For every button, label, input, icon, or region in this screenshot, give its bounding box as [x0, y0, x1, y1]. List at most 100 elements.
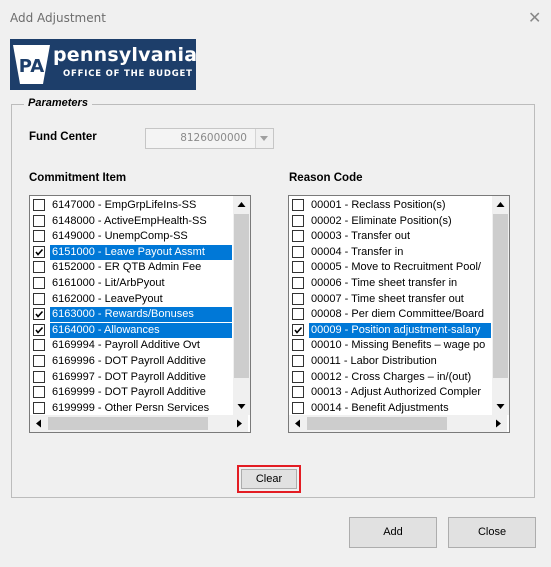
add-button[interactable]: Add [349, 517, 437, 548]
clear-button[interactable]: Clear [241, 469, 297, 489]
reason-code-label: 00013 - Adjust Authorized Compler [311, 386, 481, 399]
commitment-item-row[interactable]: 6152000 - ER QTB Admin Fee [30, 260, 232, 276]
checkbox[interactable] [33, 261, 45, 274]
reason-code-vscrollbar[interactable] [492, 196, 509, 415]
commitment-item-row[interactable]: 6169996 - DOT Payroll Additive [30, 354, 232, 370]
keystone-icon: PA [13, 45, 50, 84]
reason-code-row[interactable]: 00007 - Time sheet transfer out [289, 292, 491, 308]
reason-code-row[interactable]: 00003 - Transfer out [289, 229, 491, 245]
commitment-item-label: 6169994 - Payroll Additive Ovt [52, 339, 200, 352]
scroll-left-button[interactable] [30, 415, 47, 432]
checkbox[interactable] [33, 214, 45, 227]
scroll-down-button[interactable] [492, 398, 509, 415]
scroll-thumb[interactable] [234, 214, 249, 378]
checkbox[interactable] [292, 276, 304, 289]
logo-initials: PA [19, 56, 45, 77]
arrow-left-icon [295, 419, 300, 428]
fund-center-dropdown-button[interactable] [255, 129, 273, 148]
commitment-item-label: 6169997 - DOT Payroll Additive [52, 370, 206, 383]
commitment-item-hscrollbar[interactable] [30, 415, 248, 432]
checkbox[interactable] [292, 308, 304, 321]
checkbox[interactable] [33, 276, 45, 289]
checkbox[interactable] [292, 199, 304, 211]
checkbox[interactable] [33, 308, 45, 321]
reason-code-row[interactable]: 00004 - Transfer in [289, 245, 491, 261]
reason-code-label: 00005 - Move to Recruitment Pool/ [311, 261, 481, 274]
checkmark-icon [35, 326, 44, 334]
fund-center-combobox[interactable]: 8126000000 [145, 128, 274, 149]
scroll-down-button[interactable] [233, 398, 250, 415]
checkbox[interactable] [292, 370, 304, 383]
commitment-item-label: 6147000 - EmpGrpLifeIns-SS [52, 199, 197, 211]
checkbox[interactable] [292, 323, 304, 336]
checkbox[interactable] [292, 292, 304, 305]
close-button[interactable]: Close [448, 517, 536, 548]
reason-code-list[interactable]: 00001 - Reclass Position(s) 00002 - Elimi… [288, 195, 510, 433]
checkmark-icon [294, 326, 303, 334]
checkbox[interactable] [33, 401, 45, 414]
reason-code-row[interactable]: 00005 - Move to Recruitment Pool/ [289, 260, 491, 276]
reason-code-row[interactable]: 00006 - Time sheet transfer in [289, 276, 491, 292]
commitment-item-row[interactable]: 6169999 - DOT Payroll Additive [30, 385, 232, 401]
checkbox[interactable] [33, 386, 45, 399]
commitment-item-row[interactable]: 6163000 - Rewards/Bonuses [30, 307, 232, 323]
commitment-item-row[interactable]: 6151000 - Leave Payout Assmt [30, 244, 232, 261]
commitment-item-vscrollbar[interactable] [233, 196, 250, 415]
reason-code-hscrollbar[interactable] [289, 415, 507, 432]
commitment-item-row[interactable]: 6199999 - Other Persn Services [30, 401, 232, 417]
title-bar: Add Adjustment ✕ [0, 0, 551, 34]
reason-code-row[interactable]: 00008 - Per diem Committee/Board [289, 307, 491, 323]
checkbox[interactable] [292, 339, 304, 352]
scroll-right-button[interactable] [490, 415, 507, 432]
commitment-item-label: 6151000 - Leave Payout Assmt [50, 244, 232, 260]
commitment-item-row[interactable]: 6147000 - EmpGrpLifeIns-SS [30, 198, 232, 214]
checkbox[interactable] [33, 230, 45, 243]
commitment-item-row[interactable]: 6164000 - Allowances [30, 322, 232, 339]
reason-code-label: Reason Code [289, 172, 363, 184]
checkbox[interactable] [33, 339, 45, 352]
reason-code-row[interactable]: 00001 - Reclass Position(s) [289, 198, 491, 214]
scroll-thumb[interactable] [493, 214, 508, 378]
close-icon[interactable]: ✕ [528, 8, 541, 27]
reason-code-row[interactable]: 00012 - Cross Charges – in/(out) [289, 370, 491, 386]
reason-code-row[interactable]: 00009 - Position adjustment-salary [289, 322, 491, 339]
reason-code-row[interactable]: 00013 - Adjust Authorized Compler [289, 385, 491, 401]
commitment-item-label: 6169996 - DOT Payroll Additive [52, 354, 206, 367]
checkbox[interactable] [33, 245, 45, 258]
reason-code-row[interactable]: 00014 - Benefit Adjustments [289, 401, 491, 417]
commitment-item-list[interactable]: 6147000 - EmpGrpLifeIns-SS 6148000 - Acti… [29, 195, 251, 433]
checkbox[interactable] [292, 245, 304, 258]
arrow-down-icon [237, 404, 246, 409]
reason-code-row[interactable]: 00011 - Labor Distribution [289, 354, 491, 370]
checkbox[interactable] [292, 261, 304, 274]
checkbox[interactable] [33, 199, 45, 211]
arrow-right-icon [496, 419, 501, 428]
checkbox[interactable] [292, 230, 304, 243]
commitment-item-row[interactable]: 6149000 - UnempComp-SS [30, 229, 232, 245]
commitment-item-label: 6163000 - Rewards/Bonuses [50, 307, 232, 323]
reason-code-row[interactable]: 00010 - Missing Benefits – wage po [289, 338, 491, 354]
scroll-left-button[interactable] [289, 415, 306, 432]
checkbox[interactable] [292, 401, 304, 414]
scroll-thumb-horizontal[interactable] [48, 417, 208, 430]
checkbox[interactable] [33, 292, 45, 305]
scroll-right-button[interactable] [231, 415, 248, 432]
checkbox[interactable] [292, 214, 304, 227]
commitment-item-row[interactable]: 6161000 - Lit/ArbPyout [30, 276, 232, 292]
chevron-down-icon [260, 136, 268, 141]
scroll-up-button[interactable] [492, 196, 509, 213]
commitment-item-row[interactable]: 6148000 - ActiveEmpHealth-SS [30, 214, 232, 230]
commitment-item-row[interactable]: 6169997 - DOT Payroll Additive [30, 370, 232, 386]
reason-code-row[interactable]: 00002 - Eliminate Position(s) [289, 214, 491, 230]
scroll-thumb-horizontal[interactable] [307, 417, 447, 430]
scroll-up-button[interactable] [233, 196, 250, 213]
checkbox[interactable] [33, 323, 45, 336]
checkbox[interactable] [33, 370, 45, 383]
reason-code-label: 00014 - Benefit Adjustments [311, 401, 449, 414]
commitment-item-row[interactable]: 6162000 - LeavePyout [30, 292, 232, 308]
arrow-left-icon [36, 419, 41, 428]
commitment-item-row[interactable]: 6169994 - Payroll Additive Ovt [30, 338, 232, 354]
checkbox[interactable] [292, 386, 304, 399]
checkbox[interactable] [33, 354, 45, 367]
checkbox[interactable] [292, 354, 304, 367]
